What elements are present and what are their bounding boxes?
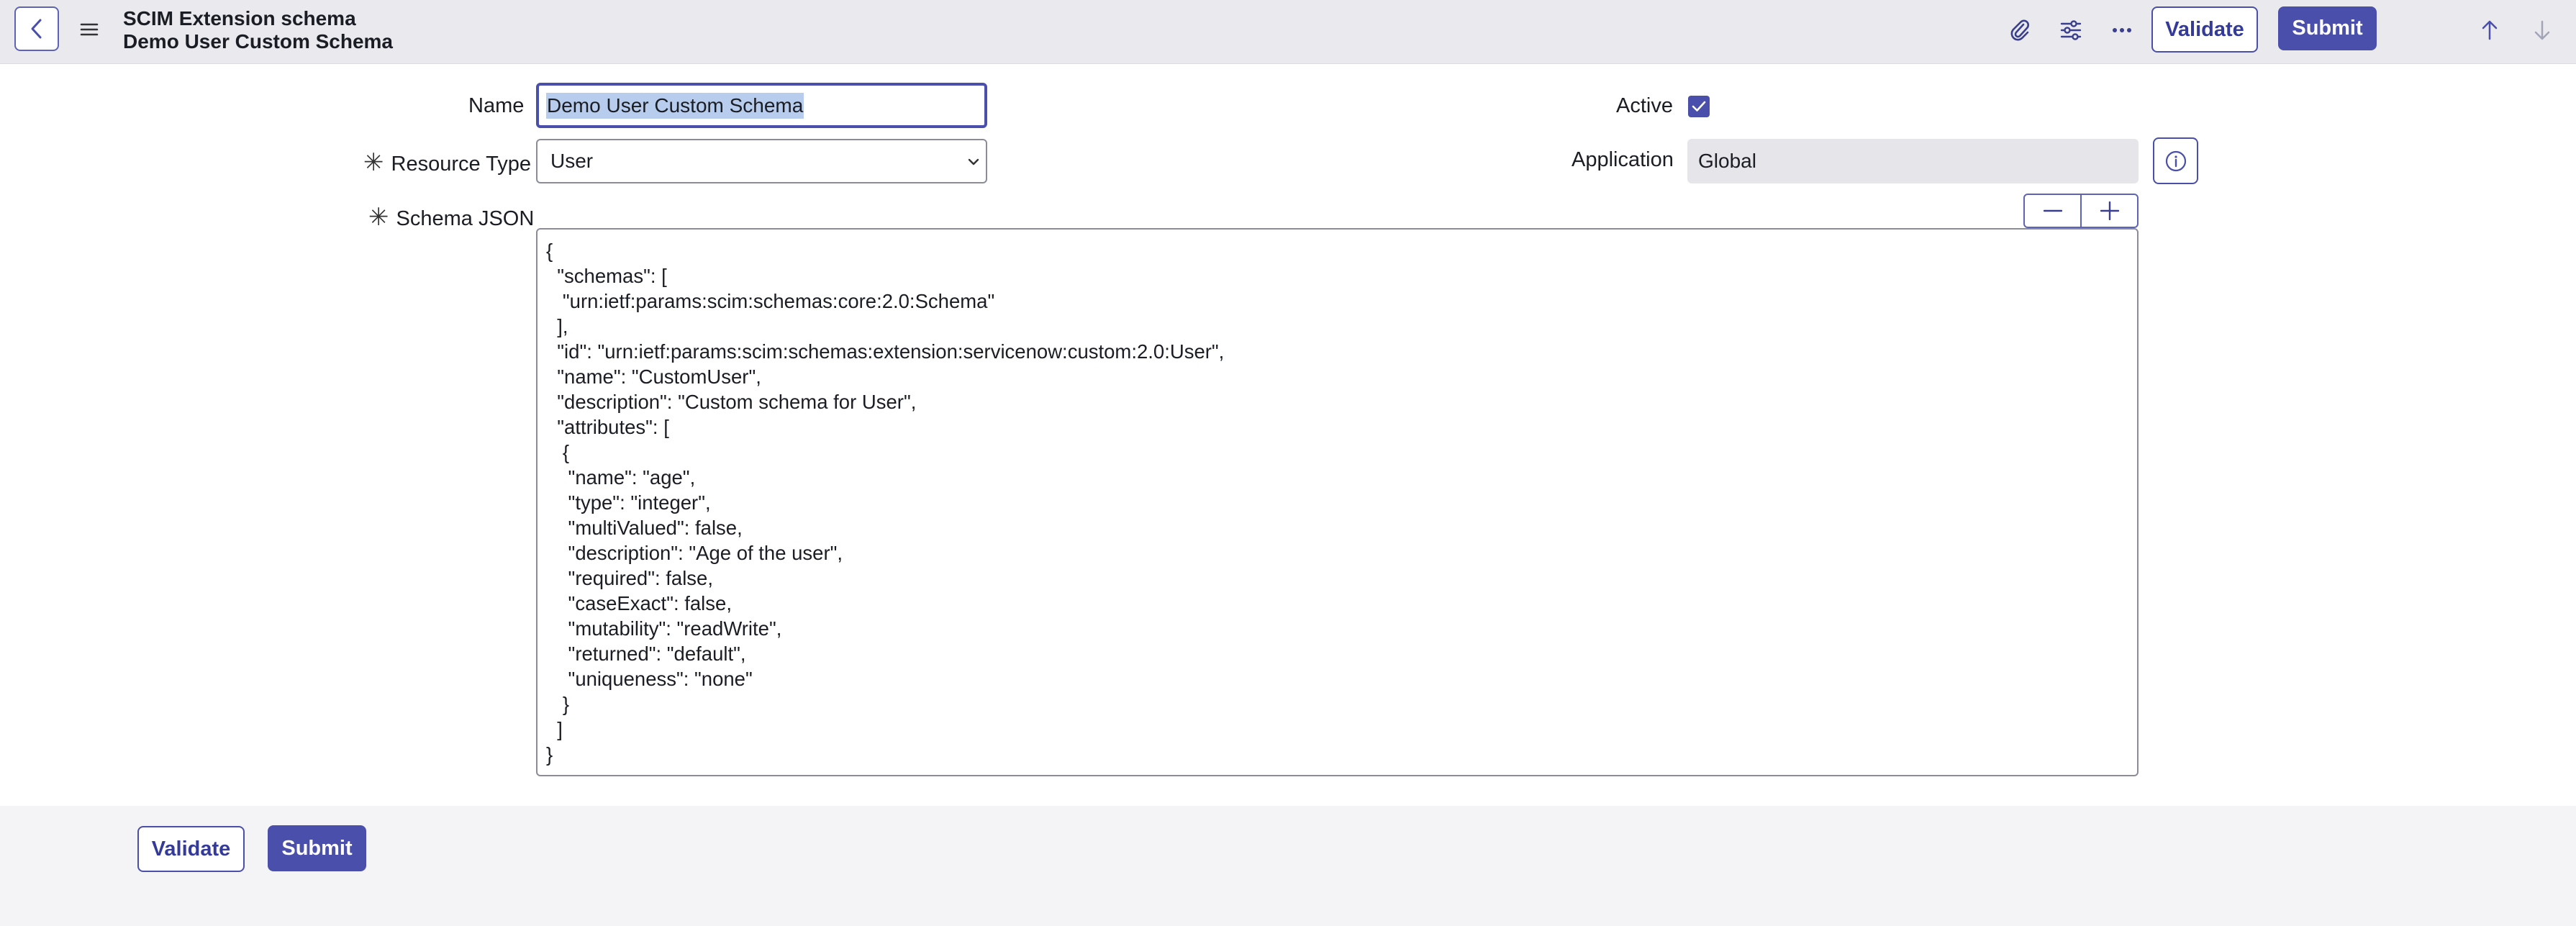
schema-json-label: ✳ Schema JSON (368, 203, 534, 232)
chevron-left-icon (31, 19, 42, 39)
submit-button[interactable]: Submit (2278, 6, 2377, 50)
schema-json-textarea[interactable]: { "schemas": [ "urn:ietf:params:scim:sch… (536, 228, 2139, 776)
json-line: "multiValued": false, (546, 517, 743, 539)
resource-type-value: User (550, 150, 594, 172)
json-line: "description": "Custom schema for User", (546, 391, 917, 413)
record-name-title: Demo User Custom Schema (123, 30, 394, 53)
json-line: "urn:ietf:params:scim:schemas:core:2.0:S… (546, 290, 995, 312)
arrow-up-icon (2482, 20, 2498, 40)
json-line: "attributes": [ (546, 416, 669, 438)
name-label: Name (468, 94, 525, 117)
json-line: "required": false, (546, 567, 713, 589)
active-checkbox[interactable] (1688, 96, 1710, 117)
form-header: SCIM Extension schema Demo User Custom S… (0, 0, 2576, 64)
json-line: { (546, 441, 570, 463)
json-line: "mutability": "readWrite", (546, 617, 782, 640)
json-line: "uniqueness": "none" (546, 668, 753, 690)
json-line: "description": "Age of the user", (546, 542, 843, 564)
json-line: ], (546, 315, 568, 337)
arrow-down-icon (2534, 20, 2550, 40)
name-input-value: Demo User Custom Schema (546, 92, 804, 119)
back-button[interactable] (14, 6, 59, 51)
name-input[interactable]: Demo User Custom Schema (536, 83, 987, 128)
json-line: ] (546, 718, 563, 740)
resource-type-label: ✳ Resource Type (363, 148, 531, 177)
checkmark-icon (1692, 101, 1706, 112)
required-icon: ✳ (363, 149, 384, 176)
next-record-button[interactable] (2525, 13, 2559, 47)
more-options-button[interactable] (2105, 13, 2139, 47)
expand-editor-button[interactable] (2080, 195, 2137, 227)
json-line: { (546, 240, 553, 262)
json-line: "name": "age", (546, 466, 696, 489)
application-field: Global (1687, 139, 2139, 183)
json-line: "type": "integer", (546, 491, 711, 514)
page-title: SCIM Extension schema Demo User Custom S… (123, 7, 393, 53)
footer-submit-button[interactable]: Submit (268, 825, 366, 871)
application-value: Global (1698, 150, 1756, 172)
json-line: "returned": "default", (546, 643, 746, 665)
json-line: "schemas": [ (546, 265, 667, 287)
personalize-form-button[interactable] (2054, 13, 2088, 47)
attachment-button[interactable] (2003, 13, 2037, 47)
previous-record-button[interactable] (2472, 13, 2507, 47)
sliders-icon (2060, 20, 2082, 40)
application-info-button[interactable] (2153, 137, 2198, 184)
required-icon: ✳ (368, 204, 389, 231)
shrink-editor-button[interactable] (2025, 195, 2080, 227)
form-footer (0, 806, 2576, 926)
record-type-title: SCIM Extension schema (123, 7, 356, 29)
plus-icon (2100, 201, 2119, 220)
schema-json-label-text: Schema JSON (396, 207, 535, 230)
paperclip-icon (2010, 19, 2029, 41)
chevron-down-icon (968, 158, 979, 165)
minus-icon (2043, 209, 2062, 212)
info-icon (2165, 150, 2186, 171)
validate-button[interactable]: Validate (2151, 6, 2258, 53)
resource-type-label-text: Resource Type (391, 153, 532, 176)
json-line: "id": "urn:ietf:params:scim:schemas:exte… (546, 340, 1225, 363)
menu-button[interactable] (76, 19, 102, 40)
active-label: Active (1616, 94, 1673, 117)
json-line: "caseExact": false, (546, 592, 732, 614)
json-line: } (546, 693, 570, 715)
application-label: Application (1572, 148, 1674, 171)
editor-size-controls (2023, 194, 2139, 228)
json-line: "name": "CustomUser", (546, 366, 761, 388)
hamburger-menu-icon (80, 23, 99, 36)
json-line: } (546, 743, 553, 766)
resource-type-select[interactable]: User (536, 139, 987, 183)
footer-validate-button[interactable]: Validate (137, 826, 245, 872)
more-horizontal-icon (2113, 28, 2131, 32)
